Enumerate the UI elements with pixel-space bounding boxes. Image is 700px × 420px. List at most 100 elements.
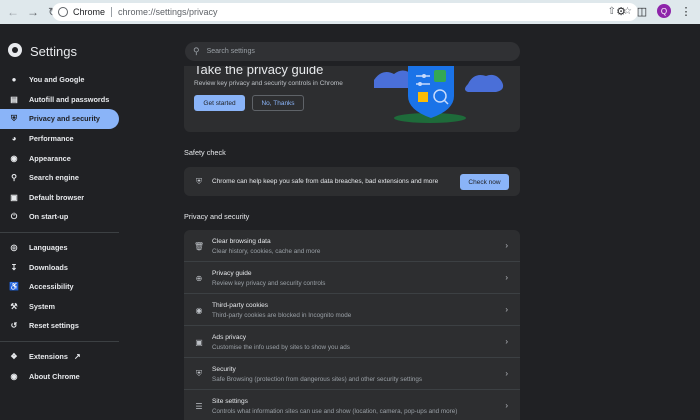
sidebar-item-downloads[interactable]: ↧ Downloads (0, 257, 125, 277)
address-bar[interactable]: Chrome chrome://settings/privacy ⇧ ☆ (52, 3, 638, 21)
sidebar-divider (0, 340, 119, 342)
sidebar-divider (0, 231, 119, 233)
sidebar-item-label: Performance (29, 134, 74, 144)
chevron-right-icon: › (505, 401, 508, 410)
safety-check-heading: Safety check (184, 148, 226, 157)
sliders-icon: ☰ (195, 401, 203, 411)
wrench-icon: ⚒ (10, 301, 18, 311)
sidebar-item-default-browser[interactable]: ▣ Default browser (0, 188, 125, 208)
sidebar-item-label: System (29, 301, 55, 311)
speedometer-icon: ◕ (11, 134, 17, 144)
external-link-icon: ↗ (73, 352, 81, 362)
side-panel-icon[interactable]: ◫ (636, 5, 648, 18)
chevron-right-icon: › (505, 305, 508, 314)
sidebar-item-label: Reset settings (29, 321, 79, 331)
sidebar-item-performance[interactable]: ◕ Performance (0, 129, 125, 149)
sidebar-item-autofill[interactable]: ▤ Autofill and passwords (0, 90, 125, 110)
privacy-security-heading: Privacy and security (184, 212, 250, 221)
sidebar-item-label: Languages (29, 243, 68, 253)
row-title: Clear browsing data (212, 238, 271, 245)
url-text: chrome://settings/privacy (118, 7, 218, 17)
sidebar: ● You and Google ▤ Autofill and password… (0, 70, 125, 386)
sidebar-item-search-engine[interactable]: ⚲ Search engine (0, 168, 125, 188)
profile-avatar[interactable]: Q (657, 4, 671, 18)
sidebar-item-label: Autofill and passwords (29, 94, 110, 104)
row-ads-privacy[interactable]: ▣ Ads privacy Customise the info used by… (184, 326, 520, 358)
sidebar-item-privacy[interactable]: ⛨ Privacy and security (0, 109, 119, 129)
sidebar-item-label: About Chrome (29, 371, 80, 381)
sidebar-item-label: Extensions (29, 352, 68, 362)
chrome-logo-icon (8, 43, 22, 57)
chevron-right-icon: › (505, 369, 508, 378)
shield-icon: ⛨ (196, 369, 202, 378)
sidebar-item-label: Downloads (29, 262, 68, 272)
sidebar-item-label: Accessibility (29, 282, 74, 292)
accessibility-icon: ♿ (9, 282, 19, 292)
row-subtitle: Third-party cookies are blocked in Incog… (212, 312, 352, 319)
chrome-icon: ◉ (10, 371, 18, 381)
sidebar-item-languages[interactable]: ◎ Languages (0, 238, 125, 258)
sidebar-item-you-and-google[interactable]: ● You and Google (0, 70, 125, 90)
row-title: Third-party cookies (212, 302, 269, 309)
chevron-right-icon: › (505, 337, 508, 346)
sidebar-item-about-chrome[interactable]: ◉ About Chrome (0, 366, 125, 386)
trash-icon: 🗑 (193, 241, 205, 251)
ads-icon: ▣ (195, 337, 203, 347)
guide-description: Review key privacy and security controls… (194, 80, 343, 87)
sidebar-item-extensions[interactable]: ❖ Extensions ↗ (0, 347, 125, 367)
sidebar-item-reset-settings[interactable]: ↺ Reset settings (0, 316, 125, 336)
puzzle-icon: ❖ (10, 352, 18, 362)
settings-header: Settings ⚲ Search settings (0, 38, 700, 66)
sidebar-item-appearance[interactable]: ◉ Appearance (0, 148, 125, 168)
search-icon: ⚲ (193, 46, 200, 56)
chevron-right-icon: › (505, 273, 508, 282)
browser-icon: ▣ (10, 192, 18, 202)
sidebar-item-system[interactable]: ⚒ System (0, 297, 125, 317)
guide-title: Take the privacy guide (194, 66, 324, 77)
row-subtitle: Clear history, cookies, cache and more (212, 248, 321, 255)
sidebar-item-accessibility[interactable]: ♿ Accessibility (0, 277, 125, 297)
get-started-button[interactable]: Get started (194, 95, 245, 111)
row-third-party-cookies[interactable]: ◉ Third-party cookies Third-party cookie… (184, 294, 520, 326)
sidebar-item-label: Default browser (29, 192, 85, 202)
shield-icon: ⛨ (11, 113, 17, 123)
omnibox-chip: Chrome (73, 7, 106, 17)
row-site-settings[interactable]: ☰ Site settings Controls what informatio… (184, 390, 520, 420)
cookie-icon: ◉ (195, 305, 203, 315)
back-arrow-icon[interactable]: ← (5, 4, 21, 20)
safety-check-text: Chrome can help keep you safe from data … (212, 178, 439, 185)
sidebar-item-on-startup[interactable]: ⏻ On start-up (0, 207, 125, 227)
row-title: Site settings (212, 398, 248, 405)
sidebar-item-label: Search engine (29, 173, 79, 183)
row-clear-browsing-data[interactable]: 🗑 Clear browsing data Clear history, coo… (184, 230, 520, 262)
extensions-puzzle-icon[interactable]: ⚙ (615, 5, 627, 18)
shield-icon: ⛨ (196, 177, 202, 186)
omnibox-separator (111, 7, 113, 17)
power-icon: ⏻ (10, 211, 18, 221)
globe-icon: ◎ (10, 243, 18, 253)
row-title: Security (212, 366, 236, 373)
check-now-button[interactable]: Check now (460, 174, 509, 190)
row-subtitle: Customise the info used by sites to show… (212, 344, 350, 351)
forward-arrow-icon[interactable]: → (25, 4, 41, 20)
privacy-security-card: 🗑 Clear browsing data Clear history, coo… (184, 230, 520, 420)
row-privacy-guide[interactable]: ⊕ Privacy guide Review key privacy and s… (184, 262, 520, 294)
compass-icon: ⊕ (195, 273, 203, 283)
search-input[interactable]: ⚲ Search settings (185, 42, 520, 61)
row-title: Privacy guide (212, 270, 252, 277)
search-placeholder: Search settings (206, 48, 255, 55)
row-subtitle: Review key privacy and security controls (212, 280, 326, 287)
no-thanks-button[interactable]: No, Thanks (252, 95, 304, 111)
chevron-right-icon: › (505, 241, 508, 250)
browser-toolbar: ← → ↻ Chrome chrome://settings/privacy ⇧… (0, 0, 700, 24)
download-icon: ↧ (10, 262, 18, 272)
kebab-menu-icon[interactable]: ⋮ (680, 5, 692, 18)
sidebar-item-label: Privacy and security (29, 114, 100, 124)
row-subtitle: Controls what information sites can use … (212, 408, 458, 415)
privacy-guide-illustration (374, 66, 504, 123)
row-security[interactable]: ⛨ Security Safe Browsing (protection fro… (184, 358, 520, 390)
privacy-guide-card: Take the privacy guide Review key privac… (184, 66, 520, 132)
search-icon: ⚲ (11, 173, 17, 183)
row-title: Ads privacy (212, 334, 247, 341)
sidebar-item-label: Appearance (29, 153, 71, 163)
